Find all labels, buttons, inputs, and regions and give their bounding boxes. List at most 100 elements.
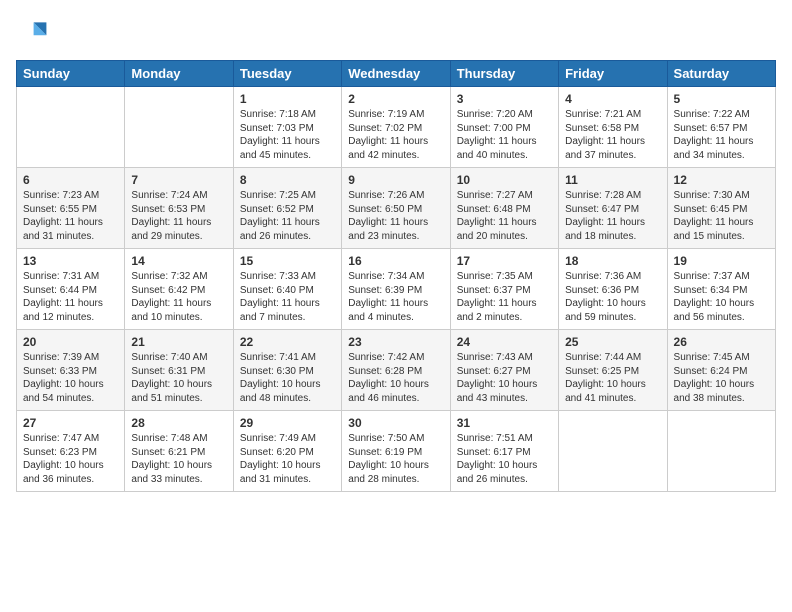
day-info: Sunrise: 7:32 AM Sunset: 6:42 PM Dayligh… <box>131 270 226 324</box>
day-number: 26 <box>674 335 769 349</box>
day-info: Sunrise: 7:47 AM Sunset: 6:23 PM Dayligh… <box>23 432 118 486</box>
day-info: Sunrise: 7:51 AM Sunset: 6:17 PM Dayligh… <box>457 432 552 486</box>
calendar-table: SundayMondayTuesdayWednesdayThursdayFrid… <box>16 60 776 492</box>
calendar-cell: 14 Sunrise: 7:32 AM Sunset: 6:42 PM Dayli… <box>125 249 233 330</box>
day-number: 25 <box>565 335 660 349</box>
calendar-cell: 25 Sunrise: 7:44 AM Sunset: 6:25 PM Dayli… <box>559 330 667 411</box>
page-header <box>16 16 776 48</box>
day-number: 13 <box>23 254 118 268</box>
calendar-cell <box>667 411 775 492</box>
day-info: Sunrise: 7:36 AM Sunset: 6:36 PM Dayligh… <box>565 270 660 324</box>
calendar-cell: 31Sunrise: 7:51 AM Sunset: 6:17 PM Dayli… <box>450 411 558 492</box>
day-info: Sunrise: 7:45 AM Sunset: 6:24 PM Dayligh… <box>674 351 769 405</box>
calendar-cell: 8Sunrise: 7:25 AM Sunset: 6:52 PM Daylig… <box>233 168 341 249</box>
day-number: 11 <box>565 173 660 187</box>
day-info: Sunrise: 7:18 AM Sunset: 7:03 PM Dayligh… <box>240 108 335 162</box>
day-number: 24 <box>457 335 552 349</box>
day-info: Sunrise: 7:30 AM Sunset: 6:45 PM Dayligh… <box>674 189 769 243</box>
calendar-cell: 27 Sunrise: 7:47 AM Sunset: 6:23 PM Dayli… <box>17 411 125 492</box>
day-info: Sunrise: 7:19 AM Sunset: 7:02 PM Dayligh… <box>348 108 443 162</box>
calendar-cell: 29 Sunrise: 7:49 AM Sunset: 6:20 PM Dayli… <box>233 411 341 492</box>
day-info: Sunrise: 7:35 AM Sunset: 6:37 PM Dayligh… <box>457 270 552 324</box>
weekday-header-wednesday: Wednesday <box>342 61 450 87</box>
calendar-cell: 23 Sunrise: 7:42 AM Sunset: 6:28 PM Dayli… <box>342 330 450 411</box>
day-number: 27 <box>23 416 118 430</box>
day-number: 2 <box>348 92 443 106</box>
day-info: Sunrise: 7:41 AM Sunset: 6:30 PM Dayligh… <box>240 351 335 405</box>
calendar-cell: 22 Sunrise: 7:41 AM Sunset: 6:30 PM Dayli… <box>233 330 341 411</box>
day-number: 30 <box>348 416 443 430</box>
day-info: Sunrise: 7:50 AM Sunset: 6:19 PM Dayligh… <box>348 432 443 486</box>
day-info: Sunrise: 7:23 AM Sunset: 6:55 PM Dayligh… <box>23 189 118 243</box>
calendar-header-row: SundayMondayTuesdayWednesdayThursdayFrid… <box>17 61 776 87</box>
day-info: Sunrise: 7:44 AM Sunset: 6:25 PM Dayligh… <box>565 351 660 405</box>
weekday-header-saturday: Saturday <box>667 61 775 87</box>
weekday-header-tuesday: Tuesday <box>233 61 341 87</box>
day-info: Sunrise: 7:39 AM Sunset: 6:33 PM Dayligh… <box>23 351 118 405</box>
day-info: Sunrise: 7:40 AM Sunset: 6:31 PM Dayligh… <box>131 351 226 405</box>
day-info: Sunrise: 7:26 AM Sunset: 6:50 PM Dayligh… <box>348 189 443 243</box>
logo <box>16 16 52 48</box>
calendar-cell <box>559 411 667 492</box>
calendar-week-row: 6 Sunrise: 7:23 AM Sunset: 6:55 PM Daylig… <box>17 168 776 249</box>
day-number: 4 <box>565 92 660 106</box>
day-info: Sunrise: 7:33 AM Sunset: 6:40 PM Dayligh… <box>240 270 335 324</box>
weekday-header-monday: Monday <box>125 61 233 87</box>
day-number: 17 <box>457 254 552 268</box>
calendar-cell <box>17 87 125 168</box>
calendar-cell: 4 Sunrise: 7:21 AM Sunset: 6:58 PM Daylig… <box>559 87 667 168</box>
day-info: Sunrise: 7:20 AM Sunset: 7:00 PM Dayligh… <box>457 108 552 162</box>
day-number: 6 <box>23 173 118 187</box>
day-number: 7 <box>131 173 226 187</box>
day-info: Sunrise: 7:49 AM Sunset: 6:20 PM Dayligh… <box>240 432 335 486</box>
day-info: Sunrise: 7:28 AM Sunset: 6:47 PM Dayligh… <box>565 189 660 243</box>
calendar-cell: 28 Sunrise: 7:48 AM Sunset: 6:21 PM Dayli… <box>125 411 233 492</box>
calendar-cell: 12 Sunrise: 7:30 AM Sunset: 6:45 PM Dayli… <box>667 168 775 249</box>
calendar-cell: 6 Sunrise: 7:23 AM Sunset: 6:55 PM Daylig… <box>17 168 125 249</box>
calendar-cell: 7Sunrise: 7:24 AM Sunset: 6:53 PM Daylig… <box>125 168 233 249</box>
calendar-cell: 9 Sunrise: 7:26 AM Sunset: 6:50 PM Daylig… <box>342 168 450 249</box>
day-info: Sunrise: 7:31 AM Sunset: 6:44 PM Dayligh… <box>23 270 118 324</box>
day-number: 3 <box>457 92 552 106</box>
calendar-cell: 17 Sunrise: 7:35 AM Sunset: 6:37 PM Dayli… <box>450 249 558 330</box>
day-info: Sunrise: 7:21 AM Sunset: 6:58 PM Dayligh… <box>565 108 660 162</box>
calendar-cell: 2 Sunrise: 7:19 AM Sunset: 7:02 PM Daylig… <box>342 87 450 168</box>
calendar-cell: 11 Sunrise: 7:28 AM Sunset: 6:47 PM Dayli… <box>559 168 667 249</box>
day-number: 20 <box>23 335 118 349</box>
day-number: 14 <box>131 254 226 268</box>
day-info: Sunrise: 7:27 AM Sunset: 6:48 PM Dayligh… <box>457 189 552 243</box>
calendar-cell: 30 Sunrise: 7:50 AM Sunset: 6:19 PM Dayli… <box>342 411 450 492</box>
calendar-cell: 20 Sunrise: 7:39 AM Sunset: 6:33 PM Dayli… <box>17 330 125 411</box>
calendar-cell: 24Sunrise: 7:43 AM Sunset: 6:27 PM Dayli… <box>450 330 558 411</box>
calendar-week-row: 20 Sunrise: 7:39 AM Sunset: 6:33 PM Dayli… <box>17 330 776 411</box>
day-number: 1 <box>240 92 335 106</box>
day-number: 16 <box>348 254 443 268</box>
day-info: Sunrise: 7:34 AM Sunset: 6:39 PM Dayligh… <box>348 270 443 324</box>
calendar-week-row: 27 Sunrise: 7:47 AM Sunset: 6:23 PM Dayli… <box>17 411 776 492</box>
weekday-header-sunday: Sunday <box>17 61 125 87</box>
weekday-header-friday: Friday <box>559 61 667 87</box>
calendar-cell: 16 Sunrise: 7:34 AM Sunset: 6:39 PM Dayli… <box>342 249 450 330</box>
day-info: Sunrise: 7:48 AM Sunset: 6:21 PM Dayligh… <box>131 432 226 486</box>
calendar-cell: 3 Sunrise: 7:20 AM Sunset: 7:00 PM Daylig… <box>450 87 558 168</box>
calendar-cell: 21Sunrise: 7:40 AM Sunset: 6:31 PM Dayli… <box>125 330 233 411</box>
day-info: Sunrise: 7:42 AM Sunset: 6:28 PM Dayligh… <box>348 351 443 405</box>
day-number: 19 <box>674 254 769 268</box>
day-number: 15 <box>240 254 335 268</box>
weekday-header-thursday: Thursday <box>450 61 558 87</box>
day-number: 28 <box>131 416 226 430</box>
calendar-cell: 15 Sunrise: 7:33 AM Sunset: 6:40 PM Dayli… <box>233 249 341 330</box>
calendar-cell: 5Sunrise: 7:22 AM Sunset: 6:57 PM Daylig… <box>667 87 775 168</box>
calendar-week-row: 13 Sunrise: 7:31 AM Sunset: 6:44 PM Dayli… <box>17 249 776 330</box>
day-number: 22 <box>240 335 335 349</box>
calendar-cell: 26 Sunrise: 7:45 AM Sunset: 6:24 PM Dayli… <box>667 330 775 411</box>
day-number: 29 <box>240 416 335 430</box>
day-info: Sunrise: 7:22 AM Sunset: 6:57 PM Dayligh… <box>674 108 769 162</box>
calendar-cell <box>125 87 233 168</box>
day-number: 23 <box>348 335 443 349</box>
day-number: 9 <box>348 173 443 187</box>
day-number: 18 <box>565 254 660 268</box>
day-number: 12 <box>674 173 769 187</box>
calendar-cell: 1 Sunrise: 7:18 AM Sunset: 7:03 PM Daylig… <box>233 87 341 168</box>
calendar-cell: 19Sunrise: 7:37 AM Sunset: 6:34 PM Dayli… <box>667 249 775 330</box>
